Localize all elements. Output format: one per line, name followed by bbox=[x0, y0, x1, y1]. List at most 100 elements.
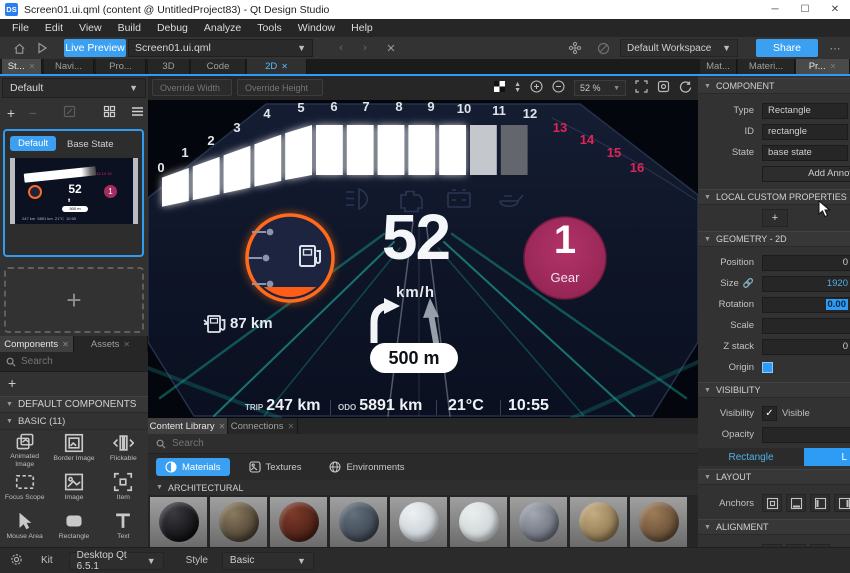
add-state-placeholder[interactable]: + bbox=[4, 267, 144, 333]
scale-field[interactable] bbox=[762, 318, 850, 334]
menu-item-help[interactable]: Help bbox=[343, 22, 381, 34]
state-card-default[interactable]: Default Base State 13 14 15 52 1 ⬆ 500 m… bbox=[3, 129, 144, 257]
component-item-item[interactable]: Item bbox=[99, 469, 148, 508]
home-icon[interactable] bbox=[8, 37, 30, 59]
material-thumbnail-7[interactable] bbox=[570, 497, 627, 547]
component-item-flickable[interactable]: Flickable bbox=[99, 430, 148, 469]
disabled-circle-icon[interactable] bbox=[593, 37, 613, 59]
tab-material-browser[interactable]: Mat... bbox=[700, 59, 737, 74]
anchor-right-button[interactable] bbox=[834, 494, 850, 512]
state-thumbnail[interactable]: 13 14 15 52 1 ⬆ 500 m 247 km 5891 km 21°… bbox=[10, 158, 138, 224]
add-state-icon[interactable]: + bbox=[0, 105, 22, 121]
components-search[interactable] bbox=[0, 352, 148, 372]
subtab-rectangle[interactable]: Rectangle bbox=[698, 448, 804, 466]
zoom-in-icon[interactable] bbox=[530, 80, 543, 96]
anchor-fill-button[interactable] bbox=[762, 494, 782, 512]
state-field[interactable]: base state bbox=[762, 145, 848, 161]
component-item-image[interactable]: Image bbox=[49, 469, 98, 508]
material-thumbnail-4[interactable] bbox=[390, 497, 447, 547]
default-components-header[interactable]: ▼ DEFAULT COMPONENTS bbox=[0, 396, 148, 413]
zoom-level-field[interactable]: 52 %▼ bbox=[574, 80, 626, 96]
visibility-section-header[interactable]: ▼VISIBILITY bbox=[698, 382, 850, 398]
menu-item-tools[interactable]: Tools bbox=[249, 22, 290, 34]
filter-materials[interactable]: Materials bbox=[156, 458, 230, 476]
canvas-color-icon[interactable] bbox=[494, 81, 505, 95]
tab-code[interactable]: Code bbox=[191, 59, 246, 74]
tab-content-library[interactable]: Content Library✕ bbox=[148, 418, 228, 434]
material-thumbnail-0[interactable] bbox=[150, 497, 207, 547]
size-width-field[interactable]: 1920 bbox=[762, 276, 850, 292]
basic-group-header[interactable]: ▼ BASIC (11) bbox=[0, 413, 148, 430]
override-width-field[interactable] bbox=[152, 79, 232, 96]
edit-state-icon[interactable] bbox=[58, 105, 80, 121]
zoom-out-icon[interactable] bbox=[552, 80, 565, 96]
close-icon[interactable]: ✕ bbox=[29, 62, 36, 71]
component-item-text[interactable]: Text bbox=[99, 508, 148, 547]
tab-states[interactable]: St...✕ bbox=[2, 59, 42, 74]
reset-view-icon[interactable] bbox=[657, 80, 670, 96]
architectural-section-header[interactable]: ▼ ARCHITECTURAL bbox=[148, 480, 698, 495]
position-x-field[interactable]: 0 bbox=[762, 255, 850, 271]
filter-textures[interactable]: Textures bbox=[240, 458, 311, 476]
component-item-mouse-area[interactable]: Mouse Area bbox=[0, 508, 49, 547]
menu-item-window[interactable]: Window bbox=[290, 22, 343, 34]
menu-item-file[interactable]: File bbox=[4, 22, 37, 34]
override-height-field[interactable] bbox=[237, 79, 323, 96]
refresh-icon[interactable] bbox=[679, 80, 692, 96]
add-annotation-button[interactable]: Add Annot bbox=[762, 166, 850, 182]
zstack-field[interactable]: 0 bbox=[762, 339, 850, 355]
component-item-animated-image[interactable]: Animated Image bbox=[0, 430, 49, 469]
more-options-icon[interactable]: ⋯ bbox=[826, 37, 844, 59]
minimize-button[interactable]: ─ bbox=[760, 0, 790, 19]
live-preview-button[interactable]: Live Preview bbox=[64, 39, 126, 57]
cluster-canvas[interactable]: 012345678910111213141516 bbox=[148, 100, 698, 418]
close-icon[interactable]: ✕ bbox=[830, 62, 837, 71]
remove-state-icon[interactable]: − bbox=[22, 105, 44, 121]
menu-item-analyze[interactable]: Analyze bbox=[196, 22, 249, 34]
opacity-field[interactable] bbox=[762, 427, 850, 443]
rotation-field[interactable]: 0.00 bbox=[762, 297, 850, 313]
add-module-button[interactable]: + bbox=[0, 372, 148, 394]
menu-item-view[interactable]: View bbox=[71, 22, 110, 34]
tab-3d[interactable]: 3D bbox=[148, 59, 190, 74]
layout-section-header[interactable]: ▼LAYOUT bbox=[698, 469, 850, 485]
subtab-layout[interactable]: L bbox=[804, 448, 850, 466]
components-search-input[interactable] bbox=[21, 356, 121, 367]
anchor-bottom-button[interactable] bbox=[786, 494, 806, 512]
component-item-rectangle[interactable]: Rectangle bbox=[49, 508, 98, 547]
tab-properties[interactable]: Pr...✕ bbox=[796, 59, 850, 74]
menu-item-edit[interactable]: Edit bbox=[37, 22, 71, 34]
fit-screen-icon[interactable] bbox=[635, 80, 648, 96]
document-selector[interactable]: Screen01.ui.qml ▼ bbox=[128, 39, 313, 57]
visible-checkbox[interactable]: ✓ bbox=[762, 406, 777, 421]
alignment-section-header[interactable]: ▼ALIGNMENT bbox=[698, 519, 850, 535]
menu-item-build[interactable]: Build bbox=[110, 22, 149, 34]
workspace-selector[interactable]: Default Workspace ▼ bbox=[620, 39, 738, 57]
component-item-border-image[interactable]: Border Image bbox=[49, 430, 98, 469]
content-library-search-input[interactable] bbox=[172, 438, 372, 449]
material-thumbnail-6[interactable] bbox=[510, 497, 567, 547]
kit-selector[interactable]: Desktop Qt 6.5.1▼ bbox=[69, 552, 164, 570]
material-thumbnail-1[interactable] bbox=[210, 497, 267, 547]
add-custom-property-button[interactable]: + bbox=[762, 209, 788, 227]
share-graph-icon[interactable] bbox=[565, 37, 585, 59]
tab-2d[interactable]: 2D✕ bbox=[247, 59, 307, 74]
close-button[interactable]: ✕ bbox=[820, 0, 850, 19]
tab-navigator[interactable]: Navi... bbox=[44, 59, 94, 74]
tab-connections[interactable]: Connections✕ bbox=[228, 418, 298, 434]
material-thumbnail-2[interactable] bbox=[270, 497, 327, 547]
link-icon[interactable]: 🔗 bbox=[743, 278, 754, 289]
component-section-header[interactable]: ▼COMPONENT bbox=[698, 78, 850, 94]
component-item-focus-scope[interactable]: Focus Scope bbox=[0, 469, 49, 508]
share-button[interactable]: Share bbox=[756, 39, 818, 57]
tab-material-editor[interactable]: Materi... bbox=[738, 59, 795, 74]
id-field[interactable]: rectangle bbox=[762, 124, 848, 140]
anchor-left-button[interactable] bbox=[810, 494, 830, 512]
maximize-button[interactable]: ☐ bbox=[790, 0, 820, 19]
spinner-icon[interactable]: ▲▼ bbox=[514, 82, 521, 94]
origin-center-button[interactable] bbox=[762, 362, 773, 373]
close-icon[interactable]: ✕ bbox=[281, 62, 288, 71]
run-project-icon[interactable] bbox=[32, 37, 52, 59]
filter-environments[interactable]: Environments bbox=[320, 458, 413, 476]
geometry-section-header[interactable]: ▼GEOMETRY - 2D bbox=[698, 231, 850, 247]
